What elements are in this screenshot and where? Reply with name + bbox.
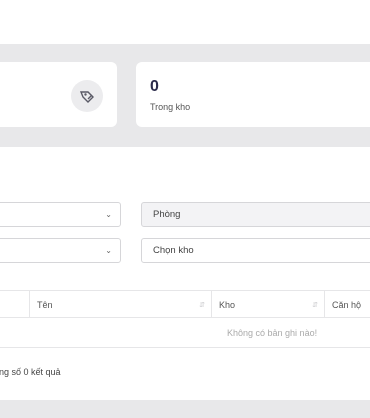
column-header-name[interactable]: Tên ⇵ — [29, 291, 211, 318]
top-bar — [0, 0, 370, 44]
stat-card-in-stock: 0 Trong kho — [136, 62, 370, 127]
filter-select-2[interactable]: ⌄ — [0, 238, 121, 263]
sort-icon: ⇵ — [312, 301, 318, 309]
column-header-apartment[interactable]: Căn hộ — [324, 291, 370, 318]
stat-card-left — [0, 62, 117, 127]
table-header: Tên ⇵ Kho ⇵ Căn hộ — [0, 290, 370, 318]
room-placeholder: Phòng — [153, 209, 181, 220]
warehouse-placeholder: Chọn kho — [153, 245, 194, 256]
content-panel: ⌄ Phòng ⌄ Chọn kho Tên ⇵ Kho ⇵ Căn hộ Kh… — [0, 147, 370, 400]
table-empty-row: Không có bản ghi nào! — [0, 318, 370, 348]
filter-select-1[interactable]: ⌄ — [0, 202, 121, 227]
total-results: ổng số 0 kết quả — [0, 367, 61, 377]
column-header-warehouse[interactable]: Kho ⇵ — [211, 291, 324, 318]
column-header-label: Tên — [37, 299, 53, 310]
chevron-down-icon: ⌄ — [105, 210, 112, 219]
column-header-label: Căn hộ — [332, 299, 362, 310]
column-header-0 — [0, 291, 29, 318]
stat-label: Trong kho — [150, 102, 191, 112]
chevron-down-icon: ⌄ — [105, 246, 112, 255]
stat-value: 0 — [150, 78, 159, 95]
empty-message: Không có bản ghi nào! — [227, 328, 318, 338]
tag-edit-icon — [71, 80, 103, 112]
room-input[interactable]: Phòng — [141, 202, 370, 227]
sort-icon: ⇵ — [199, 301, 205, 309]
column-header-label: Kho — [219, 299, 236, 310]
warehouse-select[interactable]: Chọn kho — [141, 238, 370, 263]
